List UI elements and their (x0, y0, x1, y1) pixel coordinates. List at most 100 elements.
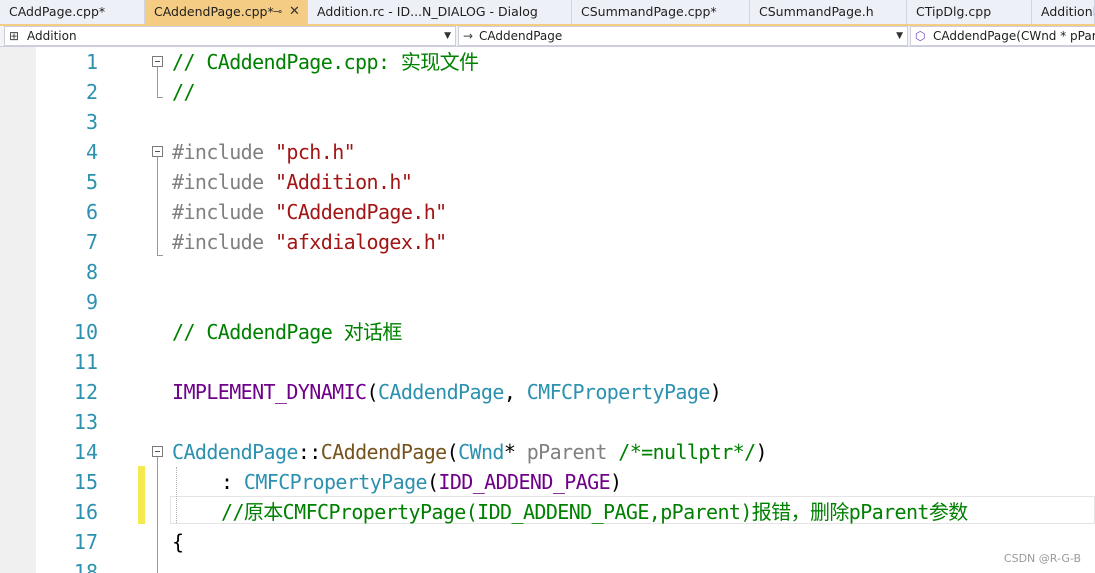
punctuation: ) (755, 440, 768, 464)
code-line: 10 // CAddendPage 对话框 (0, 317, 1095, 347)
tab-caddpage-cpp[interactable]: CAddPage.cpp* (0, 0, 145, 24)
punctuation: : (221, 470, 244, 494)
tab-csummandpage-cpp[interactable]: CSummandPage.cpp* (572, 0, 750, 24)
line-number: 1 (85, 50, 98, 74)
code-line: 17 { (0, 527, 1095, 557)
code-comment: //原本CMFCPropertyPage(IDD_ADDEND_PAGE,pPa… (221, 500, 968, 524)
line-number: 10 (73, 320, 98, 344)
preprocessor-directive: #include (172, 230, 264, 254)
code-text: IMPLEMENT_DYNAMIC(CAddendPage, CMFCPrope… (172, 377, 722, 407)
collapse-icon[interactable] (152, 146, 163, 157)
tab-label: CAddendPage.cpp* (154, 4, 274, 19)
macro-name: IMPLEMENT_DYNAMIC (172, 380, 367, 404)
code-line: 8 (0, 257, 1095, 287)
code-text: { (172, 530, 184, 554)
line-number: 16 (73, 500, 98, 524)
code-line: 9 (0, 287, 1095, 317)
line-number: 18 (73, 560, 98, 573)
project-dropdown[interactable]: ⊞ Addition ▼ (4, 26, 456, 46)
preprocessor-directive: #include (172, 140, 264, 164)
chevron-down-icon: ▼ (896, 31, 903, 41)
punctuation: ( (366, 380, 379, 404)
tab-caddendpage-cpp[interactable]: CAddendPage.cpp* ⊸ ✕ (145, 0, 308, 24)
code-text: #include "Addition.h" (172, 167, 413, 197)
line-number: 13 (73, 410, 98, 434)
preprocessor-directive: #include (172, 170, 264, 194)
arrow-right-icon: → (463, 29, 474, 43)
member-dropdown[interactable]: ⬡ CAddendPage(CWnd * pParent (910, 26, 1095, 46)
line-number: 6 (85, 200, 98, 224)
line-number: 17 (73, 530, 98, 554)
include-path: "afxdialogex.h" (274, 230, 447, 254)
code-editor[interactable]: 1 // CAddendPage.cpp: 实现文件 2 // 3 4 #inc… (0, 47, 1095, 573)
code-line: 11 (0, 347, 1095, 377)
include-path: "Addition.h" (274, 170, 413, 194)
code-line: 18 (0, 557, 1095, 573)
tab-label: Addition.rc - ID...N_DIALOG - Dialog (317, 4, 538, 19)
tab-label: CAddPage.cpp* (9, 4, 106, 19)
collapse-icon[interactable] (152, 56, 163, 67)
close-icon[interactable]: ✕ (289, 0, 300, 24)
type-name: CAddendPage (172, 440, 298, 464)
punctuation: ) (709, 380, 722, 404)
method-icon: ⬡ (915, 29, 926, 43)
pin-icon[interactable]: ⊸ (273, 0, 282, 24)
punctuation: * (503, 440, 527, 464)
tab-addition-rc-dialog[interactable]: Addition.rc - ID...N_DIALOG - Dialog (308, 0, 572, 24)
code-comment: // CAddendPage 对话框 (172, 320, 402, 344)
punctuation: ( (446, 440, 459, 464)
parameter-name: pParent (526, 440, 608, 464)
line-number: 9 (85, 290, 98, 314)
tab-label: CSummandPage.cpp* (581, 4, 717, 19)
scope-dropdown[interactable]: → CAddendPage ▼ (458, 26, 908, 46)
punctuation: ( (426, 470, 439, 494)
punctuation: ) (610, 470, 622, 494)
tab-csummandpage-h[interactable]: CSummandPage.h (750, 0, 907, 24)
code-text: #include "CAddendPage.h" (172, 197, 447, 227)
navigation-bar: ⊞ Addition ▼ → CAddendPage ▼ ⬡ CAddendPa… (0, 26, 1095, 47)
code-text: #include "afxdialogex.h" (172, 227, 447, 257)
tab-label: CTipDlg.cpp (916, 4, 992, 19)
code-line: 2 // (0, 77, 1095, 107)
tab-label: CSummandPage.h (759, 4, 874, 19)
include-path: "pch.h" (274, 140, 356, 164)
code-text: CAddendPage::CAddendPage(CWnd* pParent /… (172, 437, 768, 467)
line-number: 2 (85, 80, 98, 104)
project-name: Addition (27, 29, 77, 43)
line-number: 5 (85, 170, 98, 194)
code-comment: /*=nullptr*/ (606, 440, 756, 464)
code-line: 6 #include "CAddendPage.h" (0, 197, 1095, 227)
document-tab-strip: CAddPage.cpp* CAddendPage.cpp* ⊸ ✕ Addit… (0, 0, 1095, 26)
tab-additiondlg[interactable]: AdditionD (1032, 0, 1095, 24)
collapse-icon[interactable] (152, 446, 163, 457)
type-name: CMFCPropertyPage (526, 380, 711, 404)
punctuation: , (503, 380, 527, 404)
code-line: 13 (0, 407, 1095, 437)
code-text: : CMFCPropertyPage(IDD_ADDEND_PAGE) (221, 467, 622, 497)
punctuation: :: (297, 440, 321, 464)
member-name: CAddendPage(CWnd * pParent (933, 29, 1095, 43)
line-number: 8 (85, 260, 98, 284)
function-name: CAddendPage (320, 440, 447, 464)
line-number: 7 (85, 230, 98, 254)
code-line: 16 //原本CMFCPropertyPage(IDD_ADDEND_PAGE,… (0, 497, 1095, 527)
code-line: 5 #include "Addition.h" (0, 167, 1095, 197)
include-path: "CAddendPage.h" (274, 200, 447, 224)
scope-name: CAddendPage (479, 29, 563, 43)
line-number: 4 (85, 140, 98, 164)
line-number: 11 (73, 350, 98, 374)
type-name: CMFCPropertyPage (243, 470, 428, 494)
tab-label: AdditionD (1041, 4, 1094, 19)
project-icon: ⊞ (9, 29, 20, 43)
chevron-down-icon: ▼ (444, 31, 451, 41)
code-comment: // CAddendPage.cpp: 实现文件 (172, 50, 479, 74)
line-number: 15 (73, 470, 98, 494)
line-number: 12 (73, 380, 98, 404)
code-line: 7 #include "afxdialogex.h" (0, 227, 1095, 257)
code-text: #include "pch.h" (172, 137, 356, 167)
code-line: 15 : CMFCPropertyPage(IDD_ADDEND_PAGE) (0, 467, 1095, 497)
type-name: CWnd (458, 440, 504, 464)
tab-ctipdlg-cpp[interactable]: CTipDlg.cpp (907, 0, 1032, 24)
code-line: 1 // CAddendPage.cpp: 实现文件 (0, 47, 1095, 77)
code-line: 4 #include "pch.h" (0, 137, 1095, 167)
